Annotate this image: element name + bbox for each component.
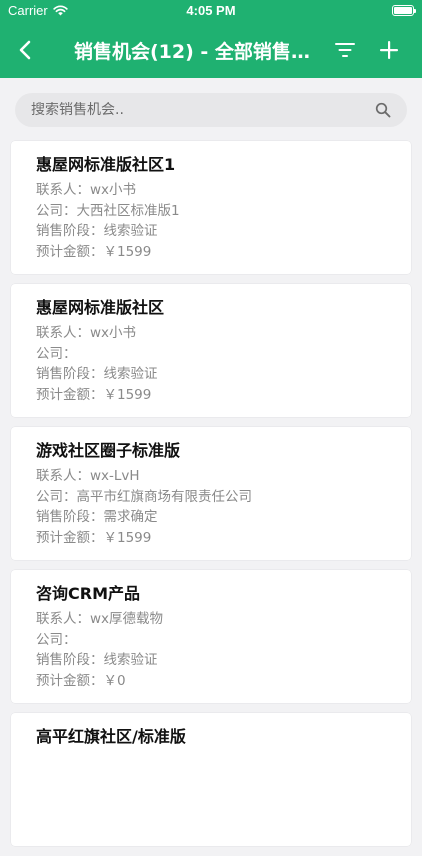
opportunity-stage: 销售阶段：线索验证 (36, 366, 158, 382)
opportunity-name: 高平红旗社区/标准版 (36, 727, 186, 746)
opportunity-card[interactable]: 游戏社区圈子标准版 联系人：wx-LvH 公司：高平市红旗商场有限责任公司 销售… (11, 427, 411, 560)
opportunity-amount: 预计金额：￥0 (36, 672, 126, 689)
opportunity-contact: 联系人：wx小书 (36, 325, 137, 341)
opportunity-name: 惠屋网标准版社区1 (36, 155, 176, 174)
opportunity-name: 游戏社区圈子标准版 (36, 441, 181, 460)
opportunity-contact: 联系人：wx-LvH (36, 468, 140, 484)
opportunity-card[interactable]: 惠屋网标准版社区 联系人：wx小书 公司： 销售阶段：线索验证 预计金额：￥15… (11, 284, 411, 417)
opportunity-list: 惠屋网标准版社区1 联系人：wx小书 公司：大西社区标准版1 销售阶段：线索验证… (11, 141, 411, 856)
opportunity-company: 公司： (36, 345, 77, 362)
opportunity-company: 公司：大西社区标准版1 (36, 202, 180, 219)
opportunity-contact: 联系人：wx厚德载物 (36, 611, 164, 627)
opportunity-contact (36, 752, 411, 773)
battery-icon (392, 5, 416, 16)
opportunity-company (36, 773, 411, 794)
back-button[interactable] (10, 35, 40, 65)
opportunity-amount: 预计金额：￥1599 (36, 243, 152, 260)
opportunity-card[interactable]: 惠屋网标准版社区1 联系人：wx小书 公司：大西社区标准版1 销售阶段：线索验证… (11, 141, 411, 274)
page-title: 销售机会(12) - 全部销售机会 (74, 41, 324, 63)
opportunity-name: 惠屋网标准版社区 (36, 298, 165, 317)
plus-icon (380, 41, 398, 59)
opportunity-amount: 预计金额：￥1599 (36, 386, 152, 403)
opportunity-stage: 销售阶段：需求确定 (36, 509, 158, 525)
chevron-left-icon (19, 40, 31, 60)
opportunity-stage (36, 793, 411, 814)
battery-fill (394, 7, 412, 14)
opportunity-stage: 销售阶段：线索验证 (36, 223, 158, 239)
opportunity-amount (36, 814, 411, 835)
navigation-bar: 销售机会(12) - 全部销售机会 (0, 22, 422, 78)
search-bar (15, 93, 407, 127)
opportunity-amount: 预计金额：￥1599 (36, 529, 152, 546)
opportunity-card[interactable]: 高平红旗社区/标准版 (11, 713, 411, 846)
opportunity-company: 公司：高平市红旗商场有限责任公司 (36, 488, 252, 505)
filter-icon (335, 43, 355, 57)
status-bar: Carrier 4:05 PM (0, 0, 422, 22)
opportunity-card[interactable]: 咨询CRM产品 联系人：wx厚德载物 公司： 销售阶段：线索验证 预计金额：￥0 (11, 570, 411, 703)
search-input[interactable] (31, 102, 351, 118)
add-button[interactable] (374, 35, 404, 65)
opportunity-contact: 联系人：wx小书 (36, 182, 137, 198)
filter-button[interactable] (330, 35, 360, 65)
opportunity-name: 咨询CRM产品 (36, 584, 140, 603)
opportunity-stage: 销售阶段：线索验证 (36, 652, 158, 668)
search-icon[interactable] (375, 102, 391, 118)
status-time: 4:05 PM (186, 3, 236, 18)
opportunity-company: 公司： (36, 631, 77, 648)
